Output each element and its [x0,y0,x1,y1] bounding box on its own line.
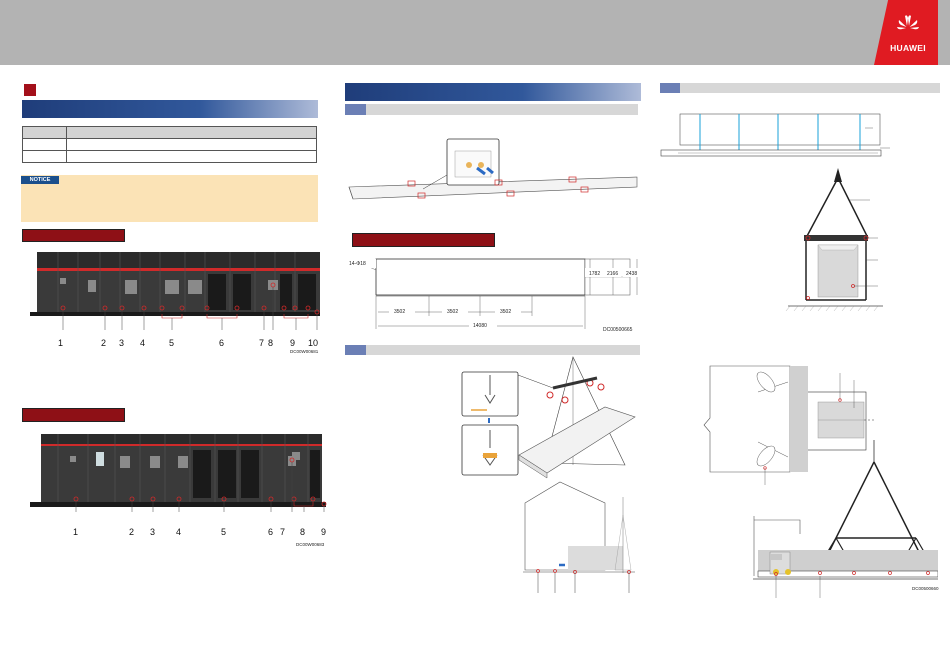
callout-10: 10 [308,338,319,348]
callout-b2: 2 [129,527,135,537]
lifting-figure [461,356,636,593]
callout-b8: 8 [300,527,306,537]
callout-b6: 6 [268,527,274,537]
right-sub-marker [660,83,680,93]
callout-b1: 1 [73,527,79,537]
brand-name: HUAWEI [890,43,926,53]
callout-b4: 4 [176,527,182,537]
callout-3: 3 [119,338,125,348]
figure1-code: DC00W00681 [290,349,319,354]
figure1-label [22,229,125,242]
height-1: 1782 [589,271,600,277]
notice-label: NOTICE [21,176,59,184]
middle-sub-marker-1 [345,104,366,115]
figure2-code: DC00W00683 [296,542,325,547]
drawing-label [352,233,495,247]
section-marker [24,84,36,96]
container-base-figure [348,138,638,200]
right-sub-bar [660,83,940,93]
info-table [22,126,317,163]
middle-title-bar [345,83,641,101]
middle-sub-bar-2 [345,345,640,355]
total-length: 14080 [473,323,487,329]
span-3: 3502 [500,309,511,315]
dimension-drawing: 14-Φ18 1782 2166 2438 3502 3502 3502 140… [346,258,641,333]
height-2: 2166 [607,271,618,277]
header-bar [0,0,950,65]
middle-sub-marker-2 [345,345,366,355]
callout-5: 5 [169,338,175,348]
callout-9: 9 [290,338,296,348]
huawei-flower-icon [897,15,919,30]
middle-sub-bar-1 [345,104,638,115]
callout-6: 6 [219,338,225,348]
callout-4: 4 [140,338,146,348]
callout-8: 8 [268,338,274,348]
drawing-code: DC00500665 [603,327,633,333]
callout-7: 7 [259,338,265,348]
right-figure-code: DC00500660 [912,586,939,591]
span-1: 3502 [394,309,405,315]
span-2: 3502 [447,309,458,315]
notice-box [21,175,318,222]
crane-lifting-figure [660,113,938,598]
holes-label: 14-Φ18 [349,261,366,267]
callout-b5: 5 [221,527,227,537]
cabinet-figure-2 [30,434,327,512]
height-3: 2438 [626,271,637,277]
callout-b7: 7 [280,527,286,537]
callout-b9: 9 [321,527,327,537]
callout-b3: 3 [150,527,156,537]
section-title-bar [22,100,318,118]
cabinet-figure-1 [30,252,320,330]
callout-2: 2 [101,338,107,348]
figure2-label [22,408,125,422]
callout-1: 1 [58,338,64,348]
